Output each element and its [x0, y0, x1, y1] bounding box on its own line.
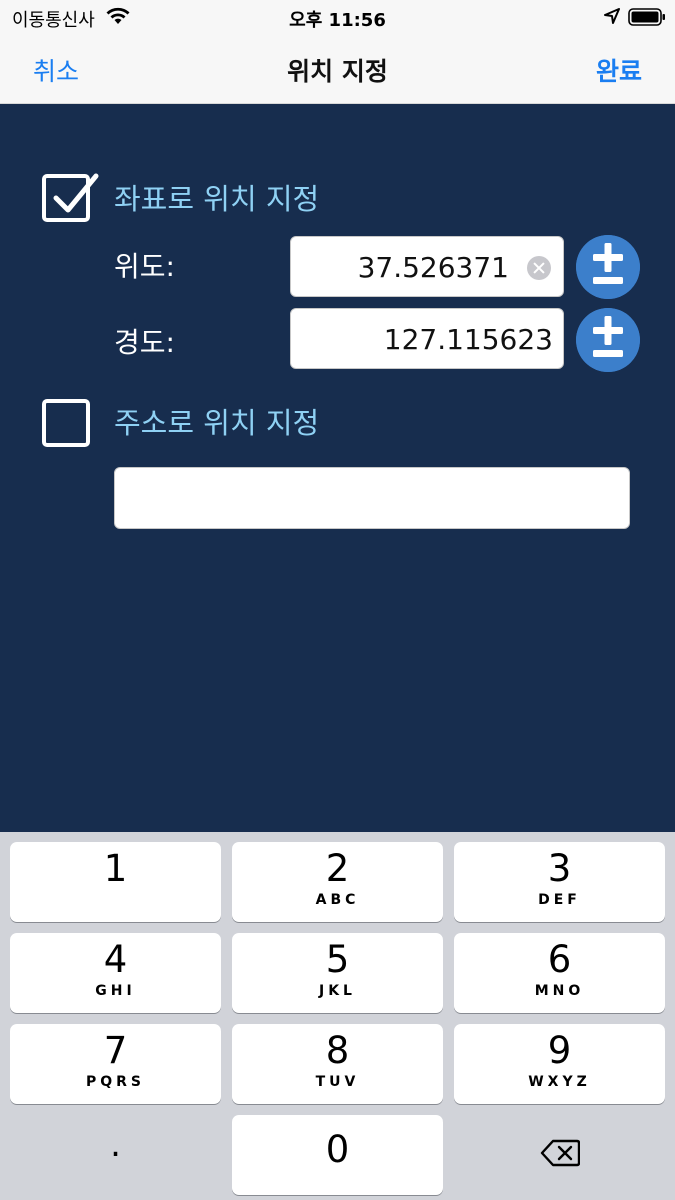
- key-letters: MNO: [534, 983, 585, 999]
- key-digit: 4: [103, 938, 128, 981]
- address-section-label[interactable]: 주소로 위치 지정: [114, 400, 319, 442]
- status-time: 오후 11:56: [289, 10, 386, 31]
- longitude-field[interactable]: 127.115623: [290, 308, 564, 369]
- plus-minus-icon[interactable]: [576, 308, 640, 372]
- page-title: 위치 지정: [287, 57, 388, 86]
- backspace-key[interactable]: [454, 1115, 665, 1195]
- key-digit: 3: [547, 847, 572, 890]
- checkmark-icon: [53, 173, 99, 213]
- key-3[interactable]: 3 DEF: [454, 842, 665, 922]
- key-digit: 6: [547, 938, 572, 981]
- done-button[interactable]: 완료: [596, 52, 642, 88]
- longitude-value: 127.115623: [383, 323, 553, 356]
- key-7[interactable]: 7 PQRS: [10, 1024, 221, 1104]
- key-4[interactable]: 4 GHI: [10, 933, 221, 1013]
- key-digit: 2: [325, 847, 350, 890]
- key-letters: TUV: [315, 1074, 360, 1090]
- key-decimal-label: .: [110, 1125, 121, 1165]
- key-letters: ABC: [315, 892, 360, 908]
- backspace-icon: [540, 1139, 580, 1167]
- address-checkbox[interactable]: [42, 399, 90, 447]
- clear-icon[interactable]: [527, 256, 551, 280]
- coordinate-section-label[interactable]: 좌표로 위치 지정: [114, 176, 319, 218]
- key-letters: PQRS: [85, 1074, 146, 1090]
- key-letters: DEF: [538, 892, 581, 908]
- key-letters: GHI: [95, 983, 136, 999]
- latitude-value: 37.526371: [357, 251, 509, 284]
- key-1[interactable]: 1: [10, 842, 221, 922]
- key-letters: JKL: [319, 983, 356, 999]
- status-bar: 이동통신사 오후 11:56: [0, 0, 675, 34]
- key-6[interactable]: 6 MNO: [454, 933, 665, 1013]
- key-decimal[interactable]: .: [10, 1115, 221, 1195]
- key-5[interactable]: 5 JKL: [232, 933, 443, 1013]
- address-field[interactable]: [114, 467, 630, 529]
- latitude-label: 위도:: [114, 250, 175, 283]
- navigation-bar: 취소 위치 지정 완료: [0, 34, 675, 104]
- plus-minus-icon[interactable]: [576, 235, 640, 299]
- key-digit: 9: [547, 1029, 572, 1072]
- key-digit: 0: [325, 1128, 350, 1171]
- key-letters: WXYZ: [528, 1074, 591, 1090]
- latitude-field[interactable]: 37.526371: [290, 236, 564, 297]
- key-8[interactable]: 8 TUV: [232, 1024, 443, 1104]
- longitude-label: 경도:: [114, 326, 175, 359]
- location-settings-panel: 좌표로 위치 지정 위도: 37.526371 경도: 127.115623 주…: [0, 104, 675, 832]
- battery-icon: [628, 8, 665, 26]
- key-digit: 7: [103, 1029, 128, 1072]
- key-9[interactable]: 9 WXYZ: [454, 1024, 665, 1104]
- key-digit: 8: [325, 1029, 350, 1072]
- key-2[interactable]: 2 ABC: [232, 842, 443, 922]
- location-arrow-icon: [604, 8, 620, 24]
- coordinate-checkbox[interactable]: [42, 173, 99, 222]
- numeric-keypad: 1 2 ABC 3 DEF 4 GHI 5 JKL 6 MNO 7 PQRS 8…: [0, 832, 675, 1200]
- key-digit: 1: [103, 847, 128, 890]
- key-0[interactable]: 0: [232, 1115, 443, 1195]
- key-digit: 5: [325, 938, 350, 981]
